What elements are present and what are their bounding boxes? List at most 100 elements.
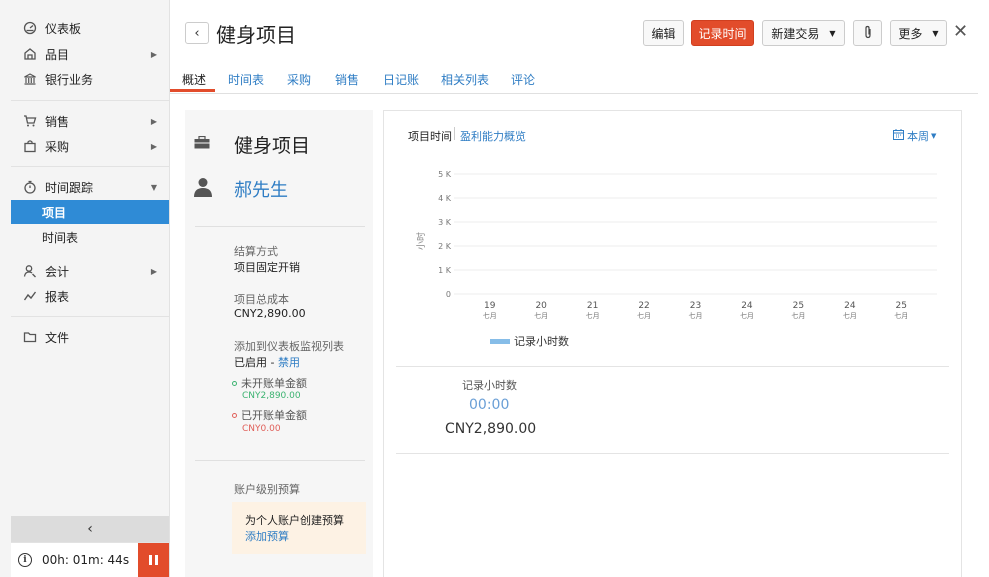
chart-y-ticks: 0 1 K 2 K 3 K 4 K 5 K [438, 170, 452, 299]
more-dropdown[interactable]: 更多 ▼ [890, 20, 947, 46]
paperclip-icon [863, 25, 873, 42]
chevron-right-icon: ▶ [150, 49, 157, 59]
cart-icon [23, 114, 37, 128]
unbilled-dot-icon [232, 380, 237, 386]
tab-related-lists[interactable]: 相关列表 [441, 71, 489, 88]
project-name: 健身项目 [234, 135, 311, 157]
info-icon[interactable]: i [18, 553, 32, 567]
sidebar-item-label: 时间跟踪 [45, 180, 94, 195]
card-divider [396, 453, 949, 454]
edit-button-label: 编辑 [651, 26, 676, 41]
tab-overview[interactable]: 概述 [182, 71, 206, 88]
x-tick-day: 21 [587, 301, 598, 311]
log-time-button[interactable]: 记录时间 [691, 20, 754, 46]
sidebar-item-label: 会计 [45, 264, 70, 279]
sidebar: 仪表板 品目 ▶ 银行业务 销售 ▶ 采购 ▶ 时间跟踪 ▼ 项目 时间表 会计… [0, 0, 170, 577]
new-transaction-dropdown[interactable]: 新建交易 ▼ [762, 20, 845, 46]
chart-grid [454, 173, 937, 295]
customer-name-link[interactable]: 郝先生 [234, 176, 288, 202]
back-button[interactable]: ‹ [185, 22, 209, 44]
legend-label: 记录小时数 [514, 335, 569, 348]
pause-icon [148, 554, 160, 568]
tab-journals[interactable]: 日记账 [383, 71, 419, 88]
sidebar-item-documents[interactable]: 文件 [11, 325, 169, 349]
chevron-left-icon: ‹ [194, 25, 200, 41]
chevron-right-icon: ▶ [150, 141, 157, 151]
unbilled-label: 未开账单金额 [241, 377, 307, 390]
summary-time: 00:00 [469, 397, 510, 413]
info-divider [195, 460, 365, 461]
caret-down-icon: ▼ [932, 28, 939, 38]
watchlist-status: 已启用 - 禁用 [234, 354, 300, 370]
timer-bar: i 00h: 01m: 44s [11, 542, 169, 577]
chart-x-ticks: 19七月20七月21七月22七月23七月24七月25七月24七月25七月 [483, 301, 909, 320]
y-tick-label: 3 K [438, 218, 452, 227]
billing-method-label: 结算方式 [234, 245, 278, 258]
disable-watchlist-link[interactable]: 禁用 [278, 356, 300, 369]
watchlist-label: 添加到仪表板监视列表 [234, 340, 344, 353]
unbilled-value: CNY2,890.00 [242, 391, 301, 401]
budget-label: 账户级别预算 [234, 483, 300, 496]
calendar-icon [893, 129, 907, 143]
sidebar-divider [11, 166, 169, 167]
sidebar-item-purchases[interactable]: 采购 ▶ [11, 134, 169, 158]
sidebar-item-items[interactable]: 品目 ▶ [11, 42, 169, 66]
x-tick-month: 七月 [637, 311, 651, 320]
billed-label: 已开账单金额 [241, 409, 307, 422]
attachment-button[interactable] [853, 20, 882, 46]
sidebar-item-label: 销售 [45, 114, 70, 129]
x-tick-month: 七月 [483, 311, 497, 320]
billed-dot-icon [232, 412, 237, 418]
sidebar-item-label: 项目 [42, 205, 67, 220]
chevron-right-icon: ▶ [150, 266, 157, 276]
close-icon[interactable]: ✕ [953, 22, 968, 42]
edit-button[interactable]: 编辑 [643, 20, 684, 46]
period-label: 本周 [907, 130, 929, 143]
pause-timer-button[interactable] [138, 543, 169, 577]
add-budget-link[interactable]: 添加预算 [245, 529, 366, 545]
tab-sales[interactable]: 销售 [335, 71, 359, 88]
billed-amount-item: 已开账单金额 [232, 407, 307, 423]
sidebar-item-time-tracking[interactable]: 时间跟踪 ▼ [11, 175, 169, 199]
total-cost-value: CNY2,890.00 [234, 307, 306, 320]
sidebar-item-banking[interactable]: 银行业务 [11, 67, 169, 91]
tab-bar: 概述 时间表 采购 销售 日记账 相关列表 评论 [170, 64, 978, 94]
accountant-icon [23, 264, 37, 278]
period-dropdown[interactable]: 本周 ▼ [893, 128, 936, 144]
sidebar-item-timesheets[interactable]: 时间表 [11, 225, 169, 249]
log-time-button-label: 记录时间 [698, 26, 747, 41]
page-title: 健身项目 [216, 23, 296, 47]
sidebar-item-projects[interactable]: 项目 [11, 200, 169, 224]
sidebar-item-reports[interactable]: 报表 [11, 284, 169, 308]
sidebar-collapse-button[interactable]: ‹ [11, 516, 169, 542]
x-tick-day: 24 [741, 301, 753, 311]
sidebar-item-dashboard[interactable]: 仪表板 [11, 16, 169, 40]
x-tick-day: 25 [896, 301, 907, 311]
stopwatch-icon [23, 180, 37, 194]
tab-comments[interactable]: 评论 [511, 71, 535, 88]
sidebar-divider [11, 100, 169, 101]
person-icon [194, 177, 212, 200]
tab-timesheet[interactable]: 时间表 [228, 71, 264, 88]
total-cost-label: 项目总成本 [234, 293, 289, 306]
watchlist-separator: - [267, 356, 278, 369]
tab-profitability[interactable]: 盈利能力概览 [460, 128, 526, 144]
caret-down-icon: ▼ [931, 132, 937, 140]
x-tick-day: 22 [638, 301, 649, 311]
tab-purchases[interactable]: 采购 [287, 71, 311, 88]
y-tick-label: 0 [446, 290, 451, 299]
dashboard-icon [23, 21, 37, 35]
briefcase-icon [194, 135, 210, 152]
budget-prompt: 为个人账户创建预算 [245, 514, 344, 527]
y-tick-label: 1 K [438, 266, 452, 275]
summary-label: 记录小时数 [462, 379, 517, 392]
sidebar-divider [11, 316, 169, 317]
project-info-panel: 健身项目 郝先生 结算方式 项目固定开销 项目总成本 CNY2,890.00 添… [185, 110, 373, 577]
sidebar-item-sales[interactable]: 销售 ▶ [11, 109, 169, 133]
x-tick-month: 七月 [740, 311, 754, 320]
chevron-left-icon: ‹ [87, 521, 93, 537]
sidebar-item-accountant[interactable]: 会计 ▶ [11, 259, 169, 283]
sidebar-item-label: 品目 [45, 47, 70, 62]
tab-project-hours[interactable]: 项目时间 [408, 128, 452, 144]
sidebar-item-label: 文件 [45, 330, 70, 345]
